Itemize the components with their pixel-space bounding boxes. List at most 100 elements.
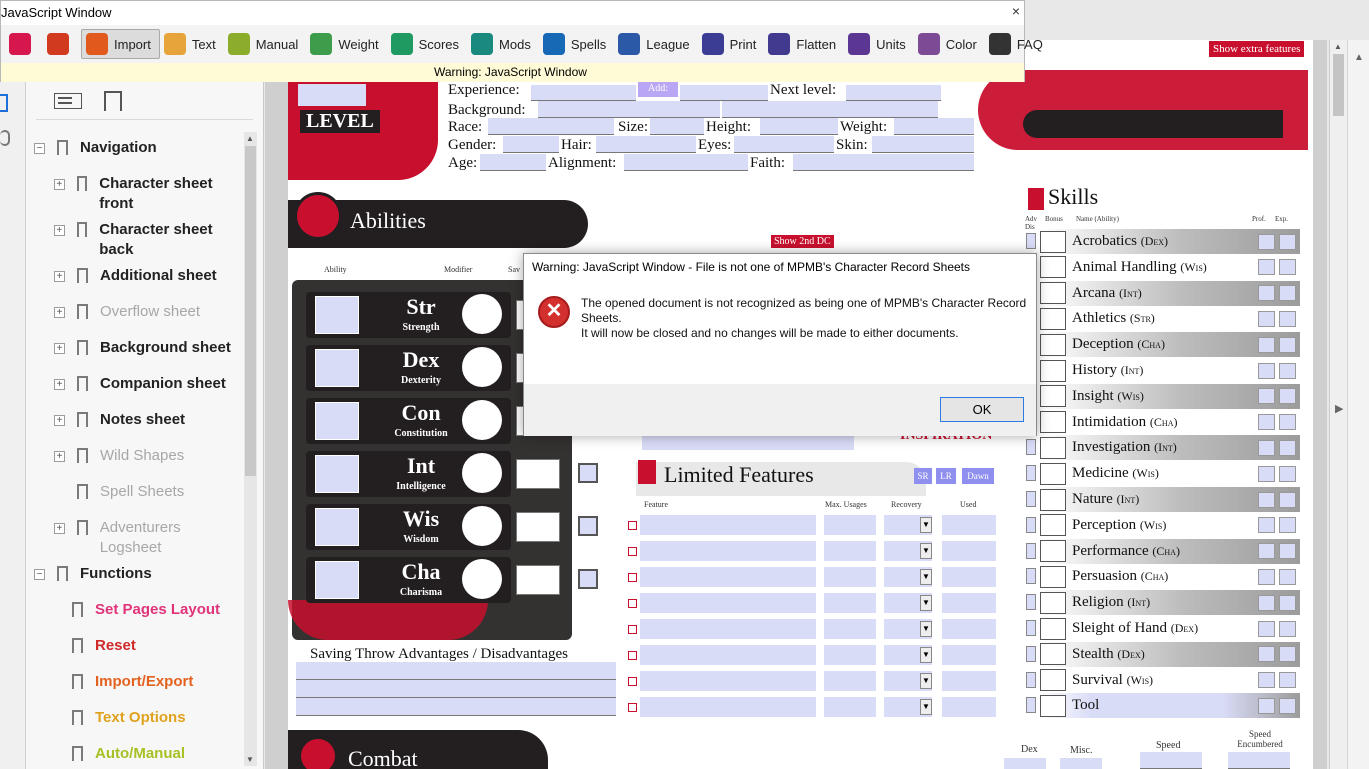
bookmark-adventurers-logsheet[interactable]: + Adventurers Logsheet <box>54 518 244 558</box>
document-scrollbar[interactable]: ▲ ▶ <box>1329 40 1347 769</box>
skill-proficiency-checkbox[interactable] <box>1258 362 1275 379</box>
skill-adv-toggle[interactable] <box>1026 439 1036 456</box>
expand-icon[interactable]: + <box>54 271 65 282</box>
skill-proficiency-checkbox[interactable] <box>1258 233 1275 250</box>
max-usages-field[interactable] <box>824 671 876 691</box>
saving-throw-field[interactable] <box>516 512 560 542</box>
skill-expertise-checkbox[interactable] <box>1279 233 1296 250</box>
lf-row-marker[interactable] <box>628 651 637 660</box>
weight-button[interactable]: Weight <box>306 29 386 59</box>
show-extra-features-button[interactable]: Show extra features <box>1208 40 1306 58</box>
bookmark-text-options[interactable]: Text Options <box>72 708 242 729</box>
skill-adv-toggle[interactable] <box>1026 516 1036 533</box>
weight-field[interactable] <box>894 118 974 135</box>
attachment-icon[interactable] <box>0 130 10 146</box>
manual-button[interactable]: Manual <box>224 29 307 59</box>
used-field[interactable] <box>942 541 996 561</box>
bookmark-character-sheet-front[interactable]: + Character sheet front <box>54 174 244 214</box>
bookmark-notes-sheet[interactable]: + Notes sheet <box>54 410 244 431</box>
save-throw-adv-field-3[interactable] <box>296 698 616 716</box>
skill-proficiency-checkbox[interactable] <box>1258 414 1275 431</box>
skill-expertise-checkbox[interactable] <box>1279 491 1296 508</box>
skill-expertise-checkbox[interactable] <box>1279 568 1296 585</box>
skill-adv-toggle[interactable] <box>1026 542 1036 559</box>
expand-icon[interactable]: + <box>54 179 65 190</box>
expand-icon[interactable]: + <box>54 343 65 354</box>
ability-score-field[interactable] <box>315 455 359 493</box>
feature-field[interactable] <box>640 593 816 613</box>
lf-row-marker[interactable] <box>628 703 637 712</box>
skill-bonus-field[interactable] <box>1040 359 1066 382</box>
skill-adv-toggle[interactable] <box>1026 491 1036 507</box>
skill-proficiency-checkbox[interactable] <box>1258 310 1275 327</box>
lf-row-marker[interactable] <box>628 677 637 686</box>
saving-throw-field[interactable] <box>516 459 560 489</box>
bookmark-auto-manual[interactable]: Auto/Manual <box>72 744 242 765</box>
used-field[interactable] <box>942 645 996 665</box>
skill-expertise-checkbox[interactable] <box>1279 439 1296 456</box>
experience-field[interactable] <box>531 85 636 101</box>
feature-field[interactable] <box>640 619 816 639</box>
show-2nd-dc-button[interactable]: Show 2nd DC <box>770 234 835 249</box>
recovery-select[interactable]: ▼ <box>884 697 932 717</box>
recovery-lr-button[interactable]: LR <box>936 468 956 484</box>
skill-adv-toggle[interactable] <box>1026 671 1036 688</box>
skill-expertise-checkbox[interactable] <box>1279 672 1296 689</box>
misc-field[interactable] <box>1060 758 1102 769</box>
skill-bonus-field[interactable] <box>1040 462 1066 485</box>
skill-proficiency-checkbox[interactable] <box>1258 594 1275 611</box>
add-xp-button[interactable]: Add: <box>638 81 678 97</box>
saving-throw-prof-checkbox[interactable] <box>578 516 598 536</box>
used-field[interactable] <box>942 697 996 717</box>
close-icon[interactable]: × <box>1012 3 1020 19</box>
skill-expertise-checkbox[interactable] <box>1279 697 1296 714</box>
bookmark-add-icon[interactable] <box>104 90 122 111</box>
recovery-dawn-button[interactable]: Dawn <box>962 468 994 484</box>
skill-proficiency-checkbox[interactable] <box>1258 646 1275 663</box>
used-field[interactable] <box>942 567 996 587</box>
speed-encumbered-field[interactable] <box>1228 752 1290 769</box>
xp-add-field[interactable] <box>680 85 768 101</box>
skill-bonus-field[interactable] <box>1040 488 1066 511</box>
skill-bonus-field[interactable] <box>1040 256 1066 279</box>
skill-proficiency-checkbox[interactable] <box>1258 491 1275 508</box>
used-field[interactable] <box>942 515 996 535</box>
skill-expertise-checkbox[interactable] <box>1279 594 1296 611</box>
ability-score-field[interactable] <box>315 349 359 387</box>
skill-adv-toggle[interactable] <box>1026 568 1036 585</box>
scrollbar-thumb[interactable] <box>1333 54 1344 116</box>
hair-field[interactable] <box>596 136 696 153</box>
skin-field[interactable] <box>872 136 974 153</box>
eyes-field[interactable] <box>734 136 834 153</box>
collapse-icon[interactable]: − <box>34 143 45 154</box>
saving-throw-prof-checkbox[interactable] <box>578 463 598 483</box>
recovery-select[interactable]: ▼ <box>884 515 932 535</box>
copy-button[interactable] <box>1 29 43 59</box>
age-field[interactable] <box>480 154 546 171</box>
max-usages-field[interactable] <box>824 593 876 613</box>
lf-row-marker[interactable] <box>628 573 637 582</box>
alignment-field[interactable] <box>624 154 748 171</box>
faq-button[interactable]: FAQ <box>985 29 1051 59</box>
units-button[interactable]: Units <box>844 29 914 59</box>
feature-field[interactable] <box>640 515 816 535</box>
collapse-icon[interactable]: − <box>34 569 45 580</box>
league-button[interactable]: League <box>614 29 697 59</box>
feature-field[interactable] <box>640 645 816 665</box>
skill-bonus-field[interactable] <box>1040 514 1066 537</box>
bookmark-companion-sheet[interactable]: + Companion sheet <box>54 374 244 395</box>
ability-modifier-circle[interactable] <box>462 506 502 546</box>
bookmark-character-sheet-back[interactable]: + Character sheet back <box>54 220 244 260</box>
ability-score-field[interactable] <box>315 296 359 334</box>
lf-row-marker[interactable] <box>628 547 637 556</box>
skill-proficiency-checkbox[interactable] <box>1258 285 1275 302</box>
max-usages-field[interactable] <box>824 567 876 587</box>
save-throw-adv-field-2[interactable] <box>296 680 616 698</box>
bookmark-additional-sheet[interactable]: + Additional sheet <box>54 266 244 287</box>
skill-bonus-field[interactable] <box>1040 540 1066 563</box>
max-usages-field[interactable] <box>824 541 876 561</box>
skill-expertise-checkbox[interactable] <box>1279 465 1296 482</box>
skill-proficiency-checkbox[interactable] <box>1258 465 1275 482</box>
skill-proficiency-checkbox[interactable] <box>1258 517 1275 534</box>
skill-adv-toggle[interactable] <box>1026 697 1036 714</box>
